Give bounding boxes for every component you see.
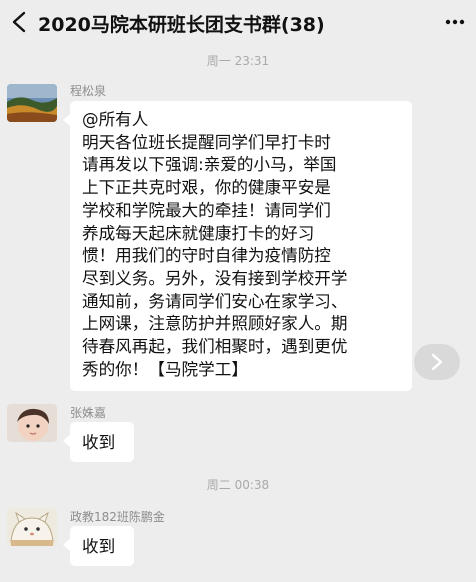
more-dots-icon[interactable] <box>444 12 466 32</box>
cartoon-cat-avatar[interactable] <box>7 508 57 546</box>
sender-name: 政教182班陈鹏金 <box>70 510 165 524</box>
forward-button[interactable] <box>414 344 460 380</box>
chat-title: 2020马院本研班长团支书群(38) <box>38 14 325 36</box>
message-bubble[interactable]: @所有人 明天各位班长提醒同学们早打卡时 请再发以下强调:亲爱的小马，举国 上下… <box>63 101 412 391</box>
landscape-avatar[interactable] <box>7 84 57 122</box>
child-photo-avatar[interactable] <box>7 404 57 442</box>
chevron-left-icon[interactable] <box>10 11 30 33</box>
message-bubble[interactable]: 收到 <box>63 422 134 462</box>
chat-header: 2020马院本研班长团支书群(38) <box>0 0 476 44</box>
message-bubble[interactable]: 收到 <box>63 526 134 566</box>
sender-name: 程松泉 <box>70 84 107 98</box>
message-timestamp: 周一 23:31 <box>206 54 270 68</box>
message-timestamp: 周二 00:38 <box>206 478 270 492</box>
chevron-right-icon <box>431 353 443 371</box>
sender-name: 张姝嘉 <box>70 406 107 420</box>
